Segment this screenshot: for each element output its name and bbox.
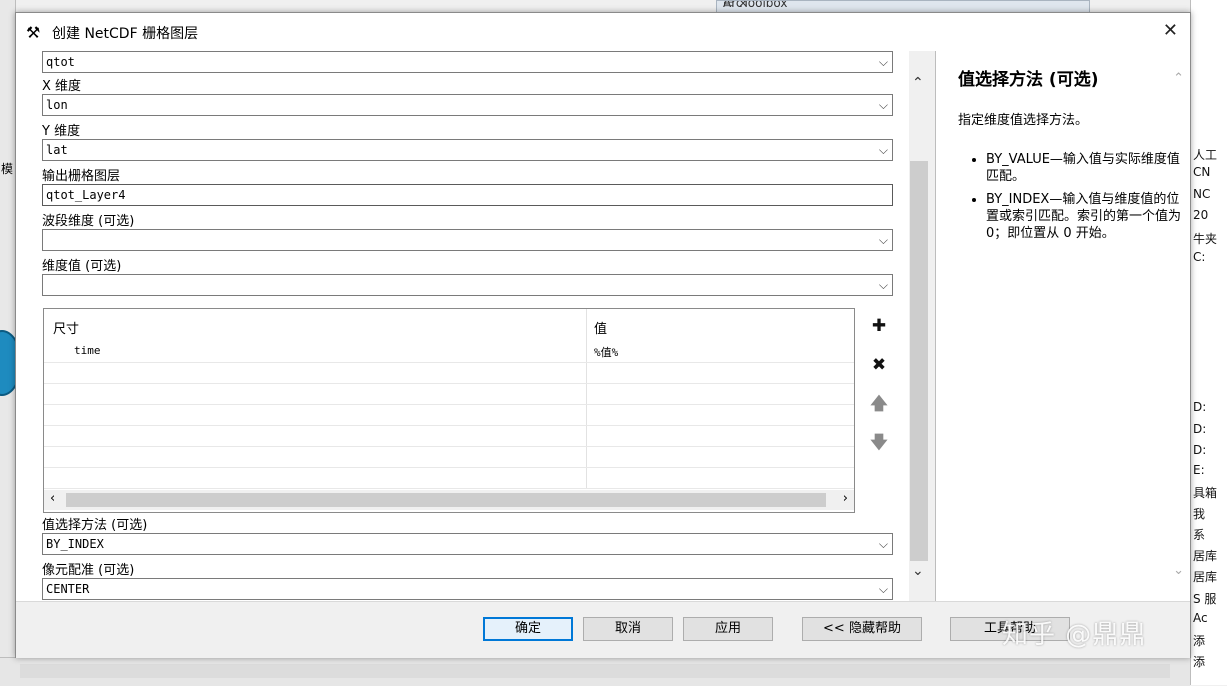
- apply-button[interactable]: 应用: [683, 617, 773, 641]
- parameters-panel: qtot ⌵ X 维度 lon ⌵ Y 维度 lat ⌵ 输出栅格图层 qtot…: [16, 51, 909, 601]
- cancel-button[interactable]: 取消: [583, 617, 673, 641]
- move-down-button[interactable]: 🡇: [866, 430, 892, 456]
- dimension-values-label: 维度值 (可选): [42, 259, 122, 274]
- catalog-item[interactable]: S 服: [1193, 590, 1216, 607]
- scroll-up-icon[interactable]: ⌃: [912, 75, 924, 91]
- chevron-down-icon: ⌵: [878, 98, 888, 112]
- dimension-values-dropdown[interactable]: ⌵: [42, 274, 893, 296]
- table-row[interactable]: [44, 467, 854, 489]
- delete-row-button[interactable]: ✖: [866, 352, 892, 378]
- table-row[interactable]: [44, 446, 854, 468]
- catalog-item[interactable]: 居库: [1193, 547, 1217, 564]
- column-header-dimension[interactable]: 尺寸: [53, 318, 79, 337]
- table-cell-value[interactable]: %值%: [594, 344, 618, 360]
- catalog-item[interactable]: D:: [1193, 422, 1206, 436]
- scroll-down-icon[interactable]: ⌄: [912, 563, 924, 579]
- move-up-button[interactable]: 🡅: [866, 391, 892, 417]
- catalog-item[interactable]: 添: [1193, 632, 1205, 649]
- value-selection-method-dropdown[interactable]: BY_INDEX ⌵: [42, 533, 893, 555]
- catalog-item[interactable]: D:: [1193, 443, 1206, 457]
- table-cell-dimension[interactable]: time: [74, 344, 101, 357]
- hammer-icon: ⚒: [26, 23, 41, 42]
- band-dimension-dropdown[interactable]: ⌵: [42, 229, 893, 251]
- y-dimension-dropdown[interactable]: lat ⌵: [42, 139, 893, 161]
- catalog-item[interactable]: 人工: [1193, 146, 1217, 163]
- variable-dropdown[interactable]: qtot ⌵: [42, 51, 893, 73]
- dialog-titlebar[interactable]: ⚒ 创建 NetCDF 栅格图层 ✕: [16, 13, 1190, 51]
- catalog-item[interactable]: 系: [1193, 526, 1205, 543]
- table-row[interactable]: [44, 404, 854, 426]
- dialog-title: 创建 NetCDF 栅格图层: [52, 26, 199, 42]
- y-dimension-value: lat: [46, 143, 68, 157]
- help-panel: 值选择方法 (可选) ⌃ 指定维度值选择方法。 BY_VALUE—输入值与实际维…: [935, 51, 1190, 601]
- chevron-down-icon: ⌵: [878, 143, 888, 157]
- hide-help-button[interactable]: << 隐藏帮助: [802, 617, 922, 641]
- table-horizontal-scrollbar[interactable]: ‹ ›: [44, 490, 854, 510]
- scrollbar-thumb[interactable]: [910, 161, 928, 561]
- catalog-item[interactable]: 我: [1193, 505, 1205, 522]
- background-catalog-panel: 人工 CN NC 20 牛夹 C: D: D: D: E: 具箱 我 系 居库 …: [1190, 0, 1227, 685]
- table-row[interactable]: time %值%: [44, 341, 854, 363]
- chevron-down-icon: ⌵: [878, 55, 888, 69]
- dimension-values-table: 尺寸 值 time %值% ‹ ›: [43, 308, 855, 513]
- x-dimension-value: lon: [46, 98, 68, 112]
- background-toolbox-buttons: ▭ ×: [723, 0, 749, 10]
- catalog-item[interactable]: 添: [1193, 653, 1205, 670]
- scroll-left-icon[interactable]: ‹: [50, 491, 55, 506]
- catalog-item[interactable]: NC: [1193, 187, 1210, 201]
- output-raster-layer-label: 输出栅格图层: [42, 169, 121, 184]
- help-scroll-down-icon[interactable]: ⌄: [1173, 563, 1184, 578]
- zhihu-watermark: 知乎 @鼎鼎: [1002, 620, 1147, 650]
- help-scroll-up-icon[interactable]: ⌃: [1173, 71, 1184, 86]
- netcdf-raster-layer-dialog: ⚒ 创建 NetCDF 栅格图层 ✕ qtot ⌵ X 维度 lon ⌵ Y 维…: [15, 12, 1191, 658]
- close-button[interactable]: ✕: [1163, 20, 1178, 41]
- help-bullet: BY_INDEX—输入值与维度值的位置或索引匹配。索引的第一个值为 0；即位置从…: [986, 191, 1186, 242]
- parameters-vertical-scrollbar[interactable]: ⌃ ⌄: [909, 51, 929, 601]
- table-row[interactable]: [44, 362, 854, 384]
- value-selection-method-label: 值选择方法 (可选): [42, 518, 148, 533]
- catalog-item[interactable]: E:: [1193, 463, 1205, 477]
- add-row-button[interactable]: ✚: [866, 313, 892, 339]
- output-raster-layer-input[interactable]: qtot_Layer4: [42, 184, 893, 206]
- chevron-down-icon: ⌵: [878, 233, 888, 247]
- catalog-item[interactable]: D:: [1193, 400, 1206, 414]
- chevron-down-icon: ⌵: [878, 582, 888, 596]
- catalog-item[interactable]: 20: [1193, 208, 1208, 222]
- ok-button[interactable]: 确定: [483, 617, 573, 641]
- cell-registration-label: 像元配准 (可选): [42, 563, 135, 578]
- band-dimension-label: 波段维度 (可选): [42, 214, 135, 229]
- x-dimension-dropdown[interactable]: lon ⌵: [42, 94, 893, 116]
- cell-registration-value: CENTER: [46, 582, 90, 596]
- catalog-item[interactable]: 居库: [1193, 568, 1217, 585]
- catalog-item[interactable]: Ac: [1193, 611, 1208, 625]
- catalog-item[interactable]: CN: [1193, 165, 1210, 179]
- help-bullet-list: BY_VALUE—输入值与实际维度值匹配。 BY_INDEX—输入值与维度值的位…: [958, 151, 1186, 248]
- catalog-item[interactable]: 具箱: [1193, 484, 1217, 501]
- column-header-value[interactable]: 值: [594, 318, 607, 337]
- table-header: 尺寸 值: [44, 309, 854, 341]
- chevron-down-icon: ⌵: [878, 537, 888, 551]
- table-row[interactable]: [44, 383, 854, 405]
- background-left-label: 模: [1, 162, 14, 176]
- chevron-down-icon: ⌵: [878, 278, 888, 292]
- y-dimension-label: Y 维度: [42, 124, 81, 139]
- help-bullet: BY_VALUE—输入值与实际维度值匹配。: [986, 151, 1186, 185]
- help-description: 指定维度值选择方法。: [958, 113, 1089, 128]
- variable-value: qtot: [46, 55, 75, 69]
- table-row[interactable]: [44, 425, 854, 447]
- catalog-item[interactable]: C:: [1193, 250, 1205, 264]
- scrollbar-thumb[interactable]: [66, 493, 826, 507]
- cell-registration-dropdown[interactable]: CENTER ⌵: [42, 578, 893, 600]
- x-dimension-label: X 维度: [42, 79, 82, 94]
- scroll-right-icon[interactable]: ›: [843, 491, 848, 506]
- background-horizontal-scrollbar[interactable]: [20, 664, 1170, 678]
- background-bottom-bar: [0, 657, 1190, 686]
- catalog-item[interactable]: 牛夹: [1193, 230, 1217, 247]
- help-title: 值选择方法 (可选): [958, 70, 1099, 90]
- value-selection-method-value: BY_INDEX: [46, 537, 104, 551]
